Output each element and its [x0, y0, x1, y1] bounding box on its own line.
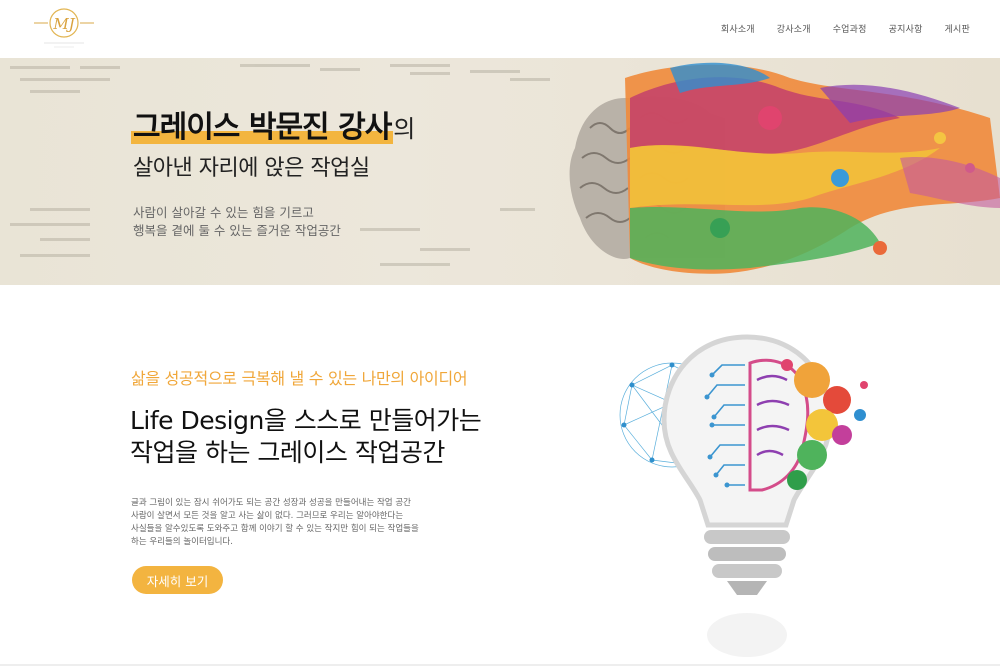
- colorful-brain-illustration: [569, 62, 1000, 274]
- hero-desc-line-1: 사람이 살아갈 수 있는 힘을 기르고: [133, 205, 314, 220]
- intro-body: 글과 그림이 있는 잠시 쉬어가도 되는 공간 성장과 성공을 만들어내는 작업…: [131, 497, 419, 549]
- hero-subtitle: 살아낸 자리에 앉은 작업실: [133, 156, 370, 181]
- hero-banner: 그레이스 박문진 강사 의 살아낸 자리에 앉은 작업실 사람이 살아갈 수 있…: [0, 58, 1000, 285]
- lightbulb-brain-illustration: [619, 334, 868, 657]
- hero-desc-line-2: 행복을 곁에 둘 수 있는 즐거운 작업공간: [133, 223, 341, 238]
- nav-board[interactable]: 게시판: [945, 22, 970, 35]
- nav-instructor[interactable]: 강사소개: [777, 22, 811, 35]
- main-nav: 회사소개 강사소개 수업과정 공지사항 게시판: [721, 22, 970, 35]
- intro-tagline: 삶을 성공적으로 극복해 낼 수 있는 나만의 아이디어: [131, 369, 468, 388]
- intro-body-line-2: 사람이 살면서 모든 것을 알고 사는 삶이 없다. 그러므로 우리는 알아야한…: [131, 511, 404, 521]
- brand-logo[interactable]: MJ: [34, 6, 94, 52]
- nav-notice[interactable]: 공지사항: [889, 22, 923, 35]
- hero-title: 그레이스 박문진 강사: [131, 110, 394, 145]
- svg-text:MJ: MJ: [52, 15, 75, 33]
- more-details-button[interactable]: 자세히 보기: [132, 566, 223, 594]
- intro-section: 삶을 성공적으로 극복해 낼 수 있는 나만의 아이디어 Life Design…: [0, 285, 1000, 666]
- intro-title-line-1: Life Design을 스스로 만들어가는: [130, 406, 482, 435]
- nav-courses[interactable]: 수업과정: [833, 22, 867, 35]
- intro-body-line-4: 하는 우리들의 놀이터입니다.: [131, 537, 233, 547]
- intro-title-line-2: 작업을 하는 그레이스 작업공간: [130, 438, 445, 467]
- intro-body-line-1: 글과 그림이 있는 잠시 쉬어가도 되는 공간 성장과 성공을 만들어내는 작업…: [131, 498, 411, 508]
- site-header: MJ 회사소개 강사소개 수업과정 공지사항 게시판: [0, 0, 1000, 58]
- hero-text-block: 그레이스 박문진 강사 의 살아낸 자리에 앉은 작업실 사람이 살아갈 수 있…: [131, 102, 416, 240]
- intro-body-line-3: 사실들을 알수있도록 도와주고 함께 이야기 할 수 있는 작지만 힘이 되는 …: [131, 524, 419, 534]
- hero-title-suffix: 의: [393, 115, 416, 143]
- nav-company[interactable]: 회사소개: [721, 22, 755, 35]
- intro-title: Life Design을 스스로 만들어가는 작업을 하는 그레이스 작업공간: [130, 405, 482, 469]
- hero-description: 사람이 살아갈 수 있는 힘을 기르고 행복을 곁에 둘 수 있는 즐거운 작업…: [133, 204, 415, 240]
